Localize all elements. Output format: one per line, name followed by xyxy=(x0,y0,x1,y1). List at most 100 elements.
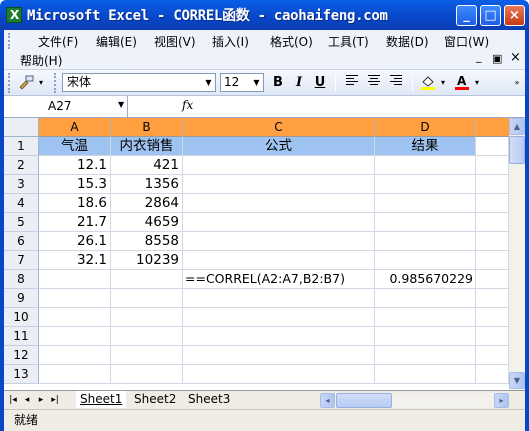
cell-c6[interactable] xyxy=(183,232,375,251)
sheet-tab-sheet3[interactable]: Sheet3 xyxy=(184,391,234,408)
menu-help[interactable]: 帮助(H) xyxy=(20,52,62,69)
workbook-minimize-button[interactable]: _ xyxy=(476,50,482,63)
cell-a2[interactable]: 12.1 xyxy=(39,156,111,175)
font-color-icon[interactable]: A xyxy=(452,73,472,93)
cell-a8[interactable] xyxy=(39,270,111,289)
cell-b7[interactable]: 10239 xyxy=(111,251,183,270)
column-header-e[interactable] xyxy=(476,118,509,137)
format-painter-icon[interactable] xyxy=(16,73,36,93)
cell-c2[interactable] xyxy=(183,156,375,175)
workbook-close-button[interactable]: × xyxy=(510,50,521,65)
cell-e12[interactable] xyxy=(476,346,509,365)
cell-e9[interactable] xyxy=(476,289,509,308)
cell-e2[interactable] xyxy=(476,156,509,175)
chevron-down-icon[interactable]: ▼ xyxy=(118,100,124,109)
cell-b6[interactable]: 8558 xyxy=(111,232,183,251)
row-header[interactable]: 10 xyxy=(4,308,39,327)
workbook-restore-button[interactable]: ▣ xyxy=(492,52,502,65)
cell-d8[interactable]: 0.985670229 xyxy=(375,270,476,289)
cell-b5[interactable]: 4659 xyxy=(111,213,183,232)
cell-b11[interactable] xyxy=(111,327,183,346)
name-box[interactable]: A27 xyxy=(4,96,128,117)
column-header-d[interactable]: D xyxy=(375,118,476,137)
horizontal-scrollbar[interactable]: ◂ ▸ xyxy=(320,393,509,408)
menu-insert[interactable]: 插入(I) xyxy=(212,33,249,50)
cell-e10[interactable] xyxy=(476,308,509,327)
cell-b12[interactable] xyxy=(111,346,183,365)
cell-c8[interactable]: ==CORREL(A2:A7,B2:B7) xyxy=(183,270,375,289)
fill-color-icon[interactable] xyxy=(418,73,438,93)
cell-e4[interactable] xyxy=(476,194,509,213)
underline-button[interactable]: U xyxy=(310,73,330,93)
menu-window[interactable]: 窗口(W) xyxy=(444,33,489,50)
horizontal-scroll-thumb[interactable] xyxy=(336,393,392,408)
cell-b2[interactable]: 421 xyxy=(111,156,183,175)
chevron-down-icon[interactable]: ▾ xyxy=(472,73,482,93)
cell-a6[interactable]: 26.1 xyxy=(39,232,111,251)
scroll-down-button[interactable]: ▼ xyxy=(509,372,525,389)
toolbar-grip-2[interactable] xyxy=(54,73,57,93)
cell-d1[interactable]: 结果 xyxy=(375,137,476,156)
row-header[interactable]: 12 xyxy=(4,346,39,365)
menu-format[interactable]: 格式(O) xyxy=(270,33,313,50)
menu-edit[interactable]: 编辑(E) xyxy=(96,33,137,50)
italic-button[interactable]: I xyxy=(289,73,309,93)
cell-a1[interactable]: 气温 xyxy=(39,137,111,156)
cell-b13[interactable] xyxy=(111,365,183,384)
cell-d6[interactable] xyxy=(375,232,476,251)
toolbar-dropdown-icon[interactable]: ▾ xyxy=(36,73,46,93)
chevron-down-icon[interactable]: ▾ xyxy=(438,73,448,93)
row-header[interactable]: 4 xyxy=(4,194,39,213)
minimize-button[interactable]: _ xyxy=(456,5,477,26)
cell-e7[interactable] xyxy=(476,251,509,270)
cell-c3[interactable] xyxy=(183,175,375,194)
cell-a11[interactable] xyxy=(39,327,111,346)
cell-b4[interactable]: 2864 xyxy=(111,194,183,213)
row-header[interactable]: 7 xyxy=(4,251,39,270)
row-header[interactable]: 6 xyxy=(4,232,39,251)
cell-d7[interactable] xyxy=(375,251,476,270)
font-name-select[interactable]: 宋体 ▼ xyxy=(62,73,216,92)
chevron-down-icon[interactable]: ▼ xyxy=(203,75,214,90)
row-header[interactable]: 2 xyxy=(4,156,39,175)
sheet-tab-sheet2[interactable]: Sheet2 xyxy=(130,391,180,408)
cell-c13[interactable] xyxy=(183,365,375,384)
close-button[interactable]: × xyxy=(504,5,525,26)
toolbar-options-icon[interactable]: » xyxy=(512,73,522,93)
cell-d9[interactable] xyxy=(375,289,476,308)
cell-e1[interactable] xyxy=(476,137,509,156)
cell-b8[interactable] xyxy=(111,270,183,289)
cell-d10[interactable] xyxy=(375,308,476,327)
worksheet-grid[interactable]: A B C D 1 气温 内衣销售 公式 结果 2 12.1 421 3 15.3 1356 4 18.… xyxy=(4,118,509,390)
align-left-icon[interactable] xyxy=(342,73,362,93)
cell-c1[interactable]: 公式 xyxy=(183,137,375,156)
sheet-tab-sheet1[interactable]: Sheet1 xyxy=(76,391,127,408)
vertical-scrollbar[interactable]: ▲ ▼ xyxy=(509,118,525,390)
cell-e11[interactable] xyxy=(476,327,509,346)
scroll-right-button[interactable]: ▸ xyxy=(494,393,509,408)
cell-a3[interactable]: 15.3 xyxy=(39,175,111,194)
cell-a7[interactable]: 32.1 xyxy=(39,251,111,270)
chevron-down-icon[interactable]: ▼ xyxy=(251,75,262,90)
cell-d3[interactable] xyxy=(375,175,476,194)
cell-a9[interactable] xyxy=(39,289,111,308)
cell-d13[interactable] xyxy=(375,365,476,384)
cell-a5[interactable]: 21.7 xyxy=(39,213,111,232)
next-sheet-icon[interactable]: ▸ xyxy=(35,393,47,407)
row-header[interactable]: 3 xyxy=(4,175,39,194)
menu-view[interactable]: 视图(V) xyxy=(154,33,196,50)
cell-c5[interactable] xyxy=(183,213,375,232)
first-sheet-icon[interactable]: |◂ xyxy=(7,393,19,407)
column-header-c[interactable]: C xyxy=(183,118,375,137)
cell-a12[interactable] xyxy=(39,346,111,365)
cell-c11[interactable] xyxy=(183,327,375,346)
formula-input[interactable] xyxy=(194,96,525,117)
row-header[interactable]: 9 xyxy=(4,289,39,308)
cell-d4[interactable] xyxy=(375,194,476,213)
row-header[interactable]: 8 xyxy=(4,270,39,289)
cell-e6[interactable] xyxy=(476,232,509,251)
cell-c12[interactable] xyxy=(183,346,375,365)
cell-c7[interactable] xyxy=(183,251,375,270)
cell-d12[interactable] xyxy=(375,346,476,365)
row-header[interactable]: 11 xyxy=(4,327,39,346)
